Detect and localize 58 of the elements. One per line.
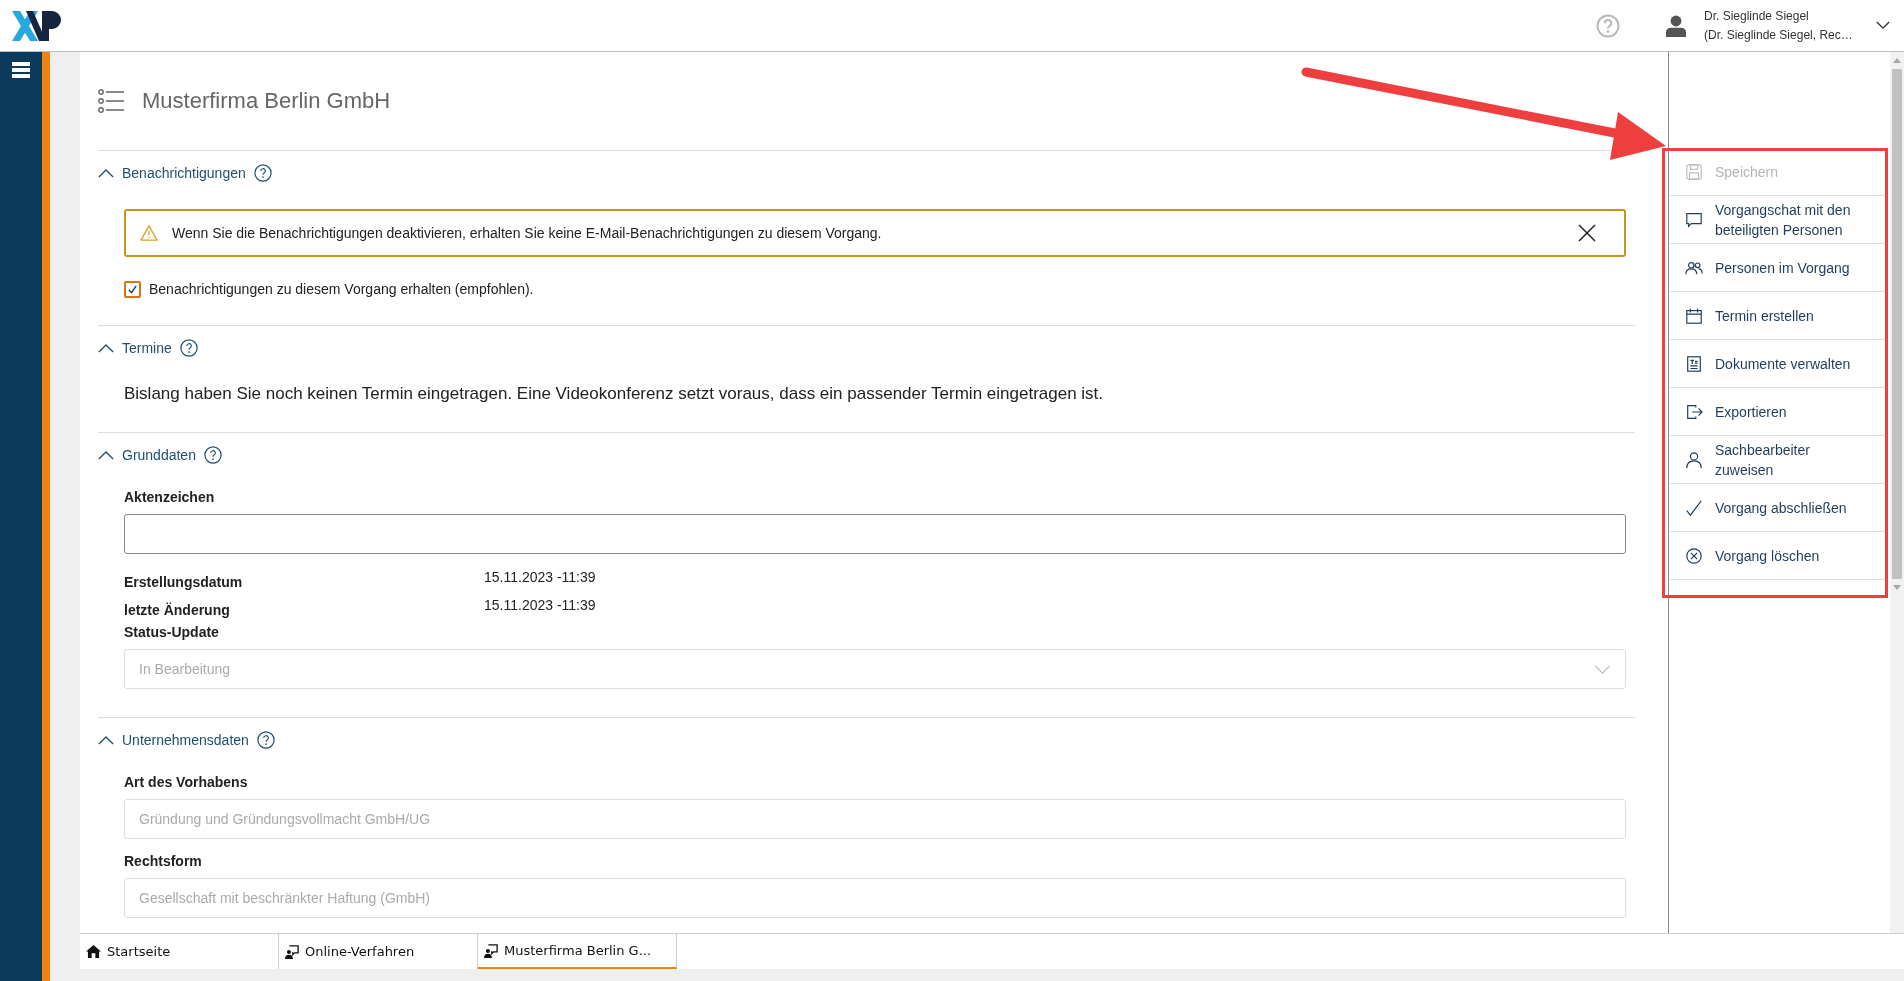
close-circle-icon	[1685, 546, 1703, 565]
calendar-icon	[1685, 306, 1703, 325]
info-text: Bislang haben Sie noch keinen Termin eingetragen. Eine Videokonferenz setzt voraus, dass ein passender Termin eingetragen ist.	[124, 384, 1105, 404]
warning-icon	[140, 225, 158, 241]
collapse-chevron-icon[interactable]	[98, 343, 114, 353]
action-menu-item[interactable]: Dokumente verwalten	[1670, 340, 1886, 388]
chat-bubble-icon	[1685, 210, 1703, 229]
section-title[interactable]: Grunddaten	[122, 447, 196, 463]
document-icon	[1685, 354, 1703, 373]
export-icon	[1685, 402, 1703, 421]
alert-message: Wenn Sie die Benachrichtigungen deaktivieren, erhalten Sie keine E-Mail-Benachrichtigungen zu diesem Vorgang.	[172, 225, 883, 241]
collapse-chevron-icon[interactable]	[98, 450, 114, 460]
collapse-chevron-icon[interactable]	[98, 168, 114, 178]
help-icon[interactable]	[179, 339, 198, 357]
page-title: Musterfirma Berlin GmbH	[142, 88, 391, 114]
user-avatar-icon[interactable]	[1666, 14, 1686, 37]
section-title[interactable]: Benachrichtigungen	[122, 165, 246, 181]
text-field[interactable]	[124, 514, 1626, 554]
menu-icon[interactable]	[12, 62, 30, 78]
person-icon	[1685, 450, 1703, 469]
checkbox[interactable]	[124, 280, 141, 298]
user-role: (Dr. Sieglinde Siegel, Rec…	[1704, 26, 1854, 44]
field-label: Aktenzeichen	[124, 489, 216, 505]
logo-mark[interactable]	[12, 10, 62, 41]
help-icon[interactable]	[203, 446, 222, 464]
field-label: Erstellungsdatum	[124, 574, 244, 590]
action-menu-item[interactable]: Exportieren	[1670, 388, 1886, 436]
collapse-chevron-icon[interactable]	[98, 735, 114, 745]
user-name: Dr. Sieglinde Siegel	[1704, 7, 1810, 25]
home-icon	[86, 945, 101, 958]
help-icon[interactable]	[253, 164, 272, 182]
field-label: Status-Update	[124, 624, 220, 640]
field-label: Art des Vorhabens	[124, 774, 249, 790]
close-icon[interactable]	[1578, 224, 1596, 242]
help-icon[interactable]	[256, 731, 275, 749]
action-menu-item[interactable]: Vorgangschat mit den beteiligten Personen	[1670, 196, 1886, 244]
checkmark-icon	[127, 283, 138, 295]
checkbox-label: Benachrichtigungen zu diesem Vorgang erhalten (empfohlen).	[149, 281, 534, 297]
chevron-down-icon[interactable]	[1876, 21, 1890, 30]
action-menu-item[interactable]: Sachbearbeiter zuweisen	[1670, 436, 1886, 484]
person-chat-icon	[285, 944, 299, 959]
field-label: letzte Änderung	[124, 602, 231, 618]
field-value: 15.11.2023 -11:39	[484, 597, 596, 613]
list-icon	[98, 89, 124, 113]
action-menu-item[interactable]: Vorgang löschen	[1670, 532, 1886, 580]
tab[interactable]: Startseite	[80, 934, 279, 969]
field-value: 15.11.2023 -11:39	[484, 569, 596, 585]
action-menu-item[interactable]: Termin erstellen	[1670, 292, 1886, 340]
person-chat-icon	[484, 943, 498, 958]
tab[interactable]: Musterfirma Berlin G...	[478, 934, 677, 969]
action-menu-item[interactable]: Vorgang abschließen	[1670, 484, 1886, 532]
tab[interactable]: Online-Verfahren	[279, 934, 478, 969]
section-title[interactable]: Termine	[122, 340, 172, 356]
save-icon	[1685, 162, 1703, 181]
field-label: Rechtsform	[124, 853, 203, 869]
action-menu-item[interactable]: Personen im Vorgang	[1670, 244, 1886, 292]
checkmark-icon	[1685, 498, 1703, 517]
section-title[interactable]: Unternehmensdaten	[122, 732, 249, 748]
